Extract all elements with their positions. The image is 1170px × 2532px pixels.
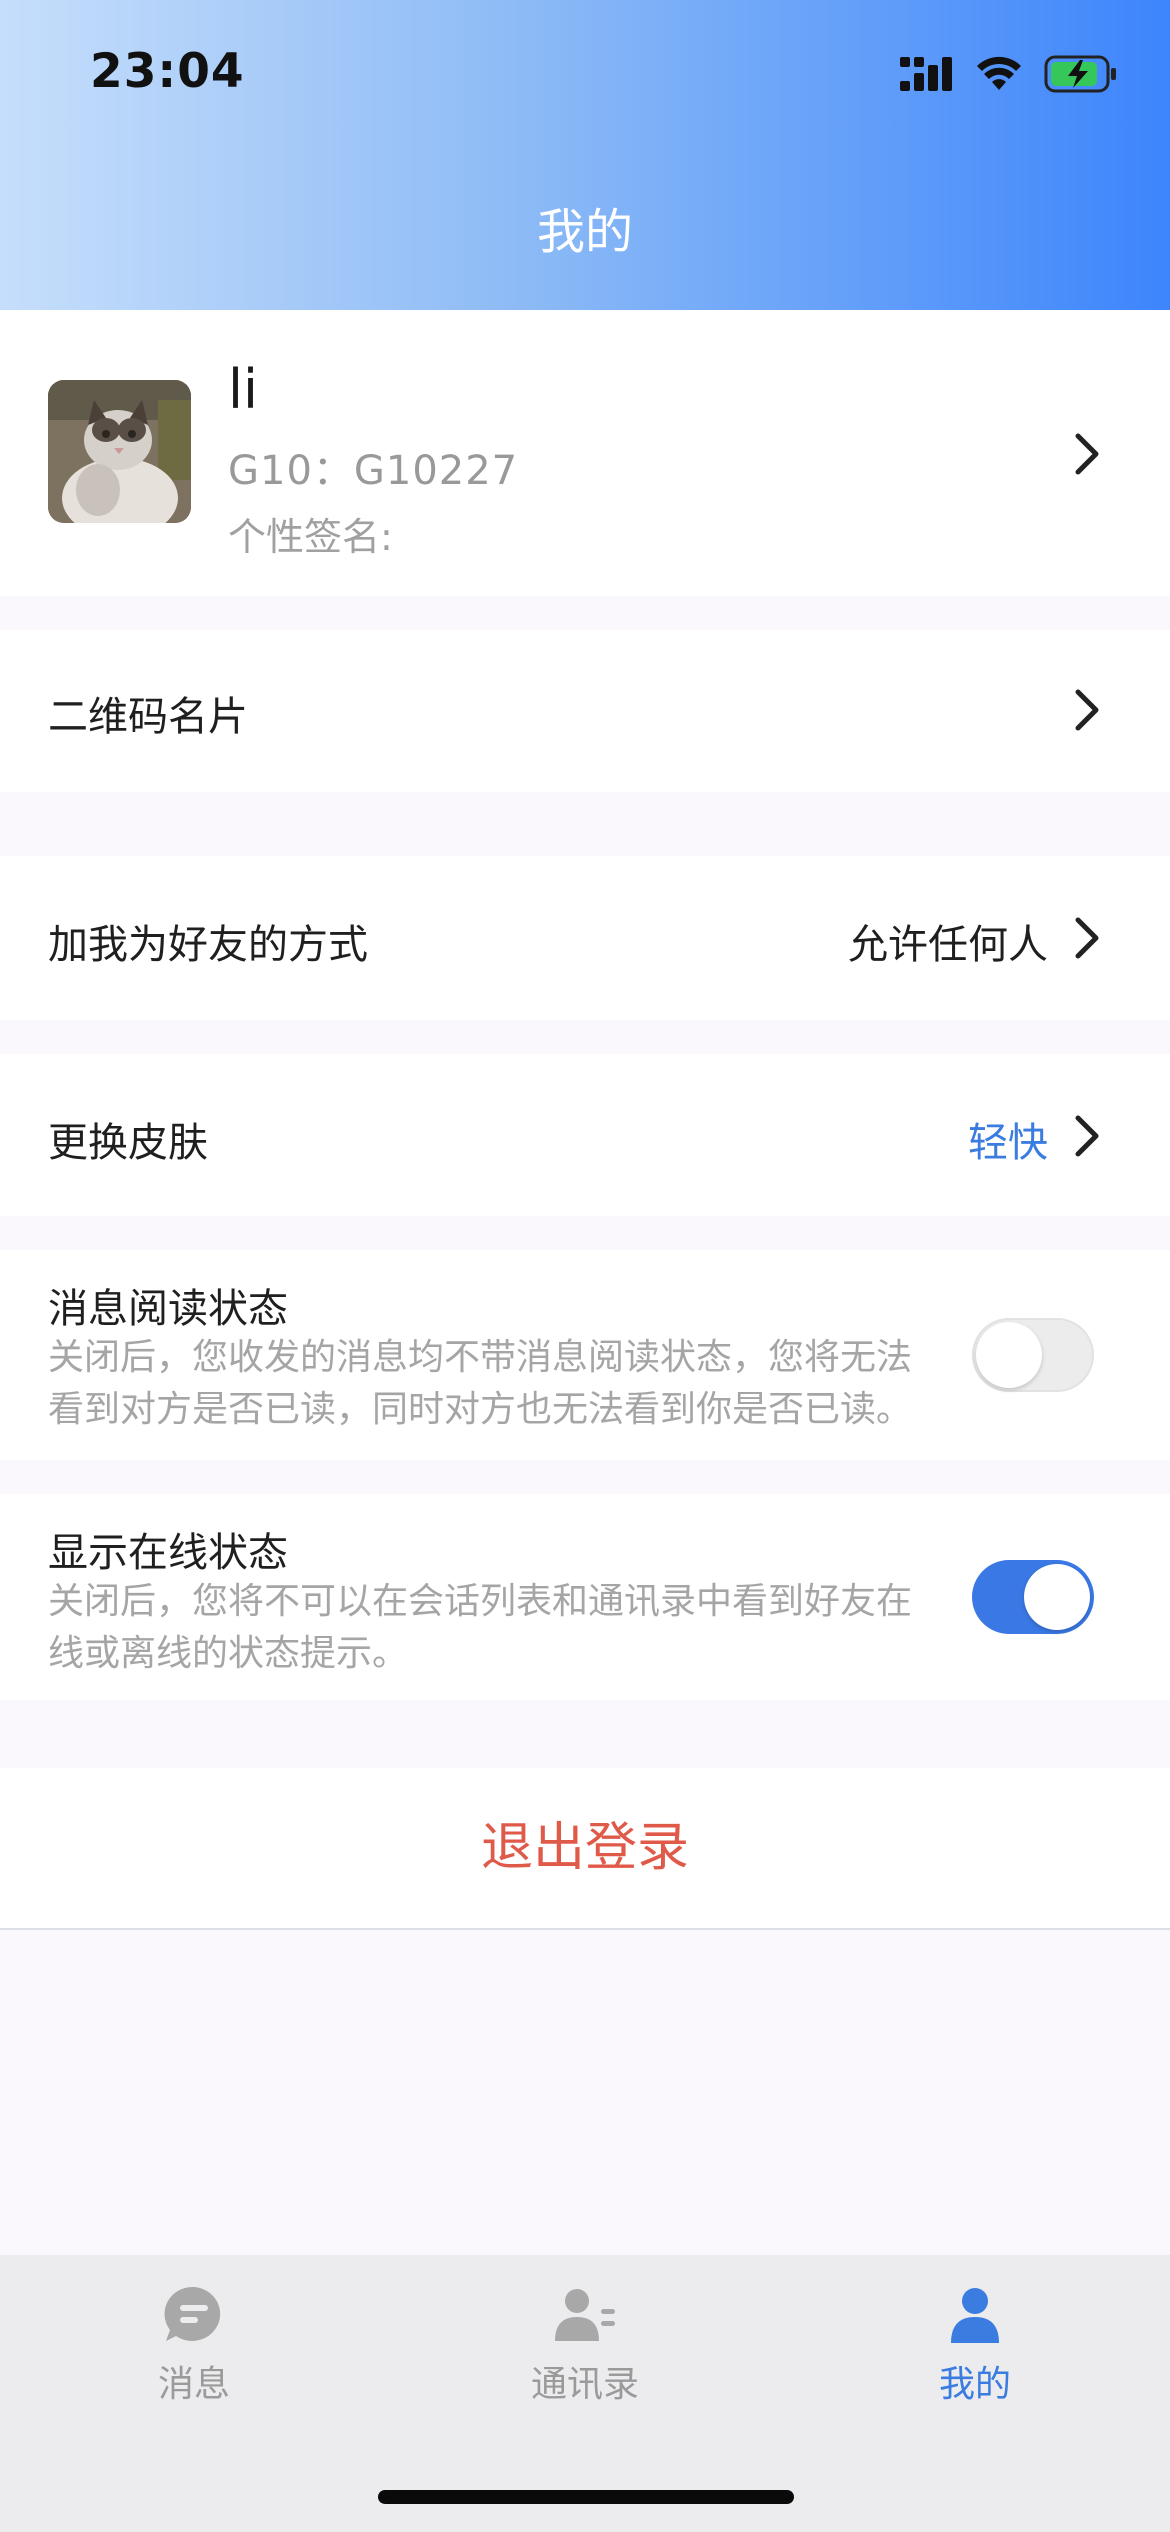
profile-id: G10：G10227: [228, 448, 519, 494]
online-status-desc-line2: 线或离线的状态提示。: [48, 1633, 409, 1674]
online-status-description: 关闭后，您将不可以在会话列表和通讯录中看到好友在 线或离线的状态提示。: [48, 1576, 948, 1680]
read-status-row: 消息阅读状态 关闭后，您收发的消息均不带消息阅读状态，您将无法 看到对方是否已读…: [0, 1250, 1170, 1460]
online-status-row: 显示在线状态 关闭后，您将不可以在会话列表和通讯录中看到好友在 线或离线的状态提…: [0, 1494, 1170, 1700]
skin-label: 更换皮肤: [48, 1120, 208, 1166]
tab-me[interactable]: 我的: [845, 2285, 1105, 2425]
toggle-knob: [976, 1322, 1042, 1388]
friend-method-value: 允许任何人: [848, 922, 1048, 968]
logout-row[interactable]: 退出登录: [0, 1768, 1170, 1930]
qr-card-row[interactable]: 二维码名片: [0, 630, 1170, 792]
tab-contacts-label: 通讯录: [530, 2364, 639, 2405]
read-status-desc-line1: 关闭后，您收发的消息均不带消息阅读状态，您将无法: [48, 1337, 913, 1378]
tab-contacts[interactable]: 通讯录: [455, 2285, 715, 2425]
skin-value: 轻快: [968, 1120, 1048, 1166]
friend-method-row[interactable]: 加我为好友的方式 允许任何人: [0, 856, 1170, 1020]
chevron-right-icon: [1075, 917, 1099, 959]
read-status-desc-line2: 看到对方是否已读，同时对方也无法看到你是否已读。: [48, 1389, 913, 1430]
online-status-desc-line1: 关闭后，您将不可以在会话列表和通讯录中看到好友在: [48, 1581, 913, 1622]
avatar[interactable]: [48, 380, 191, 523]
tab-messages[interactable]: 消息: [64, 2285, 324, 2425]
friend-method-label: 加我为好友的方式: [48, 922, 368, 968]
profile-name: li: [228, 358, 259, 421]
chevron-right-icon: [1075, 689, 1099, 731]
logout-button[interactable]: 退出登录: [0, 1768, 1170, 1928]
home-indicator[interactable]: [378, 2490, 794, 2504]
status-time: 23:04: [90, 44, 245, 99]
wifi-icon: [977, 56, 1021, 90]
read-status-toggle[interactable]: [972, 1318, 1094, 1392]
me-icon: [951, 2288, 999, 2343]
contacts-icon: [555, 2289, 615, 2341]
tab-messages-label: 消息: [157, 2364, 230, 2405]
read-status-description: 关闭后，您收发的消息均不带消息阅读状态，您将无法 看到对方是否已读，同时对方也无…: [48, 1332, 948, 1436]
message-icon: [164, 2286, 221, 2341]
toggle-knob: [1024, 1564, 1090, 1630]
chevron-right-icon: [1075, 433, 1099, 475]
online-status-toggle[interactable]: [972, 1560, 1094, 1634]
read-status-label: 消息阅读状态: [48, 1286, 288, 1332]
qr-card-label: 二维码名片: [48, 694, 248, 740]
skin-row[interactable]: 更换皮肤 轻快: [0, 1054, 1170, 1216]
chevron-right-icon: [1075, 1115, 1099, 1157]
signal-icon: [900, 57, 952, 91]
avatar-cat-image: [48, 380, 191, 523]
battery-charging-icon: [1044, 55, 1116, 93]
profile-card[interactable]: li G10：G10227 个性签名:: [0, 310, 1170, 596]
header: 23:04 我的: [0, 0, 1170, 310]
online-status-label: 显示在线状态: [48, 1530, 288, 1576]
profile-signature: 个性签名:: [228, 515, 393, 559]
page-title: 我的: [536, 204, 633, 260]
status-icons: [900, 52, 1118, 96]
tab-me-label: 我的: [938, 2364, 1011, 2405]
